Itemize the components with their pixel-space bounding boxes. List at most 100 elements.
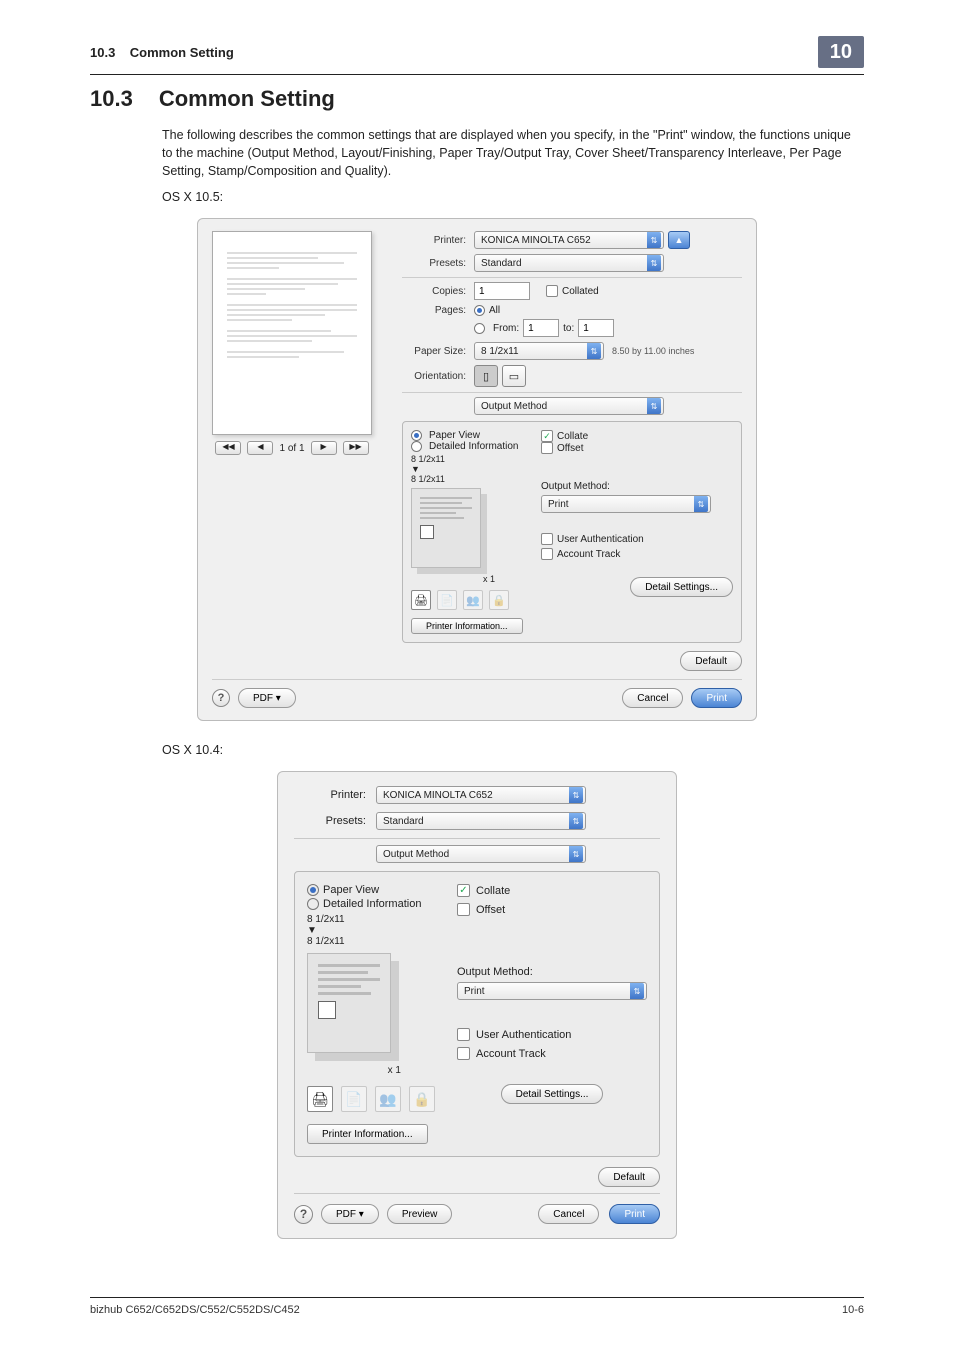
collate-checkbox[interactable]: ✓Collate [457,884,510,897]
lock-icon: 🔒 [409,1086,435,1112]
output-method-label: Output Method: [457,966,647,978]
checkbox-icon [541,533,553,545]
paper-size-label: Paper Size: [402,346,474,357]
default-button[interactable]: Default [598,1167,660,1187]
print-button[interactable]: Print [691,688,742,708]
pages-to-input[interactable] [578,319,614,337]
detailed-info-radio[interactable] [307,898,319,910]
checkbox-icon [457,1047,470,1060]
doc-icon: 📄 [437,590,457,610]
printer-label: Printer: [294,789,376,801]
running-head-left: 10.3 Common Setting [90,45,234,60]
print-dialog-105: ◀◀ ◀ 1 of 1 ▶ ▶▶ Printer: KONICA MINOLTA… [197,218,757,721]
section-heading: 10.3 Common Setting [90,86,864,112]
select-arrow-icon: ⇅ [694,496,708,512]
select-arrow-icon: ⇅ [569,846,583,862]
checkbox-icon [541,548,553,560]
checkbox-icon [541,442,553,454]
collapse-button[interactable]: ▲ [668,231,690,249]
pages-range-radio[interactable] [474,323,485,334]
printer-label: Printer: [402,235,474,246]
user-icon: 👥 [375,1086,401,1112]
help-button[interactable]: ? [212,689,230,707]
intro-paragraph: The following describes the common setti… [162,126,864,180]
heading-title: Common Setting [159,86,335,111]
presets-select[interactable]: Standard⇅ [376,812,586,830]
detail-settings-button[interactable]: Detail Settings... [630,577,733,597]
detailed-info-radio[interactable] [411,441,422,452]
heading-number: 10.3 [90,86,133,111]
collated-checkbox[interactable]: Collated [546,285,599,297]
orientation-portrait-button[interactable]: ▯ [474,365,498,387]
orientation-label: Orientation: [402,371,474,382]
detail-settings-button[interactable]: Detail Settings... [501,1084,604,1104]
pager-next-button[interactable]: ▶ [311,441,337,455]
landscape-icon: ▭ [509,370,519,383]
presets-label: Presets: [294,815,376,827]
offset-checkbox[interactable]: Offset [541,442,584,454]
checkbox-icon: ✓ [457,884,470,897]
pager-last-button[interactable]: ▶▶ [343,441,369,455]
paper-size-select[interactable]: 8 1/2x11⇅ [474,342,604,360]
chapter-badge: 10 [818,36,864,68]
section-select[interactable]: Output Method⇅ [474,397,664,415]
checkbox-icon [457,903,470,916]
checkbox-icon [546,285,558,297]
print-button[interactable]: Print [609,1204,660,1224]
pager-first-button[interactable]: ◀◀ [215,441,241,455]
account-track-checkbox[interactable]: Account Track [457,1047,546,1060]
pdf-button[interactable]: PDF ▾ [321,1204,379,1224]
user-auth-checkbox[interactable]: User Authentication [541,533,644,545]
presets-label: Presets: [402,258,474,269]
output-method-panel: Paper View Detailed Information 8 1/2x11… [402,421,742,643]
pages-all-radio[interactable] [474,305,485,316]
output-method-select[interactable]: Print⇅ [457,982,647,1000]
cancel-button[interactable]: Cancel [538,1204,599,1224]
running-head-section: 10.3 [90,45,115,60]
pager-label: 1 of 1 [279,443,304,454]
offset-checkbox[interactable]: Offset [457,903,505,916]
select-arrow-icon: ⇅ [647,398,661,414]
pages-from-input[interactable] [523,319,559,337]
pager-prev-button[interactable]: ◀ [247,441,273,455]
collate-checkbox[interactable]: ✓Collate [541,430,588,442]
paper-size-note: 8.50 by 11.00 inches [612,346,694,356]
pages-label: Pages: [402,305,474,316]
select-arrow-icon: ⇅ [647,255,661,271]
orientation-landscape-button[interactable]: ▭ [502,365,526,387]
select-arrow-icon: ⇅ [569,787,583,803]
running-head-title: Common Setting [130,45,234,60]
default-button[interactable]: Default [680,651,742,671]
select-arrow-icon: ⇅ [630,983,644,999]
copies-input[interactable] [474,282,530,300]
paper-view-radio[interactable] [307,884,319,896]
print-dialog-104: Printer: KONICA MINOLTA C652⇅ Presets: S… [277,771,677,1239]
copies-indicator: x 1 [307,1065,445,1076]
os-label-105: OS X 10.5: [162,190,864,204]
paper-view-radio[interactable] [411,430,422,441]
os-label-104: OS X 10.4: [162,743,864,757]
printer-information-button[interactable]: Printer Information... [411,618,523,634]
account-track-checkbox[interactable]: Account Track [541,548,620,560]
lock-icon: 🔒 [489,590,509,610]
printer-information-button[interactable]: Printer Information... [307,1124,428,1144]
page-preview [212,231,372,435]
footer-page: 10-6 [842,1304,864,1316]
printer-icon: 🖨 [307,1086,333,1112]
portrait-icon: ▯ [483,370,489,383]
printer-select[interactable]: KONICA MINOLTA C652⇅ [474,231,664,249]
output-method-label: Output Method: [541,481,733,492]
output-method-select[interactable]: Print⇅ [541,495,711,513]
user-auth-checkbox[interactable]: User Authentication [457,1028,571,1041]
presets-select[interactable]: Standard⇅ [474,254,664,272]
footer-product: bizhub C652/C652DS/C552/C552DS/C452 [90,1304,300,1316]
preview-button[interactable]: Preview [387,1204,453,1224]
printer-select[interactable]: KONICA MINOLTA C652⇅ [376,786,586,804]
help-button[interactable]: ? [294,1205,313,1224]
cancel-button[interactable]: Cancel [622,688,683,708]
pdf-button[interactable]: PDF ▾ [238,688,296,708]
section-select[interactable]: Output Method⇅ [376,845,586,863]
output-method-panel: Paper View Detailed Information 8 1/2x11… [294,871,660,1157]
preview-pager: ◀◀ ◀ 1 of 1 ▶ ▶▶ [212,441,372,455]
copies-indicator: x 1 [411,574,531,584]
